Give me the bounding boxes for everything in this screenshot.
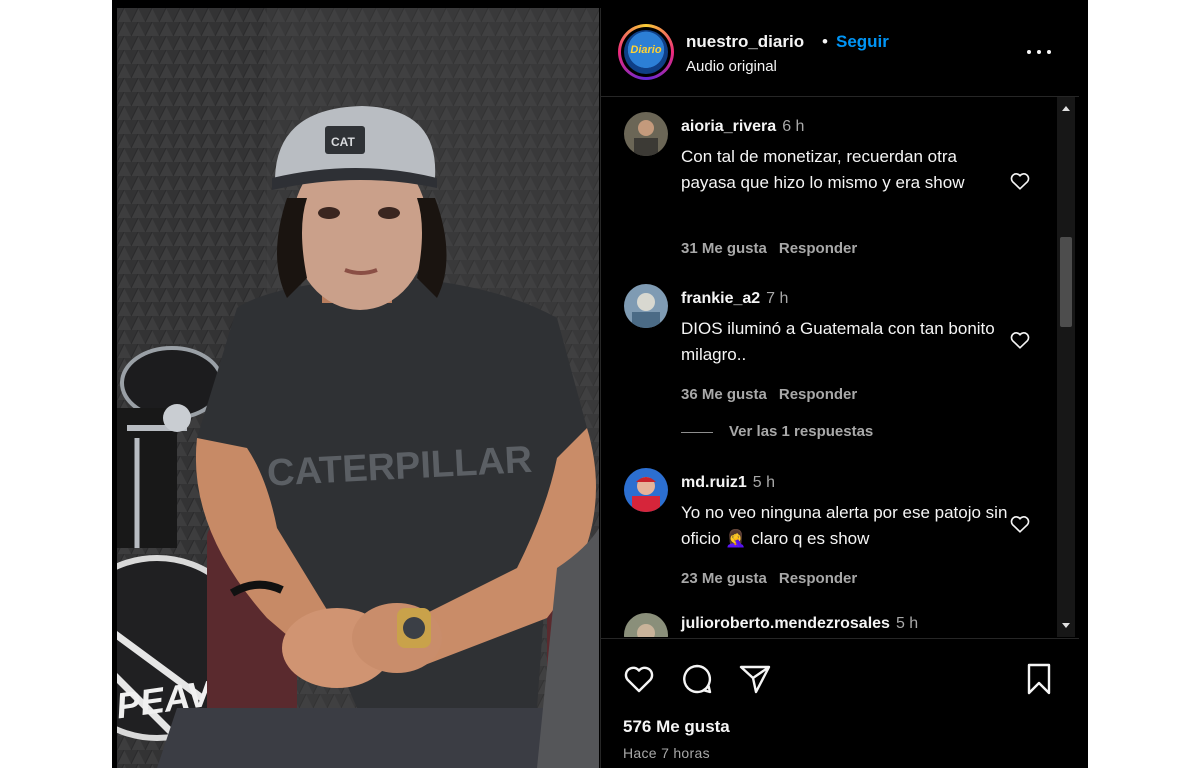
comment-avatar[interactable] bbox=[624, 468, 668, 512]
comment-time[interactable]: 5 h bbox=[753, 474, 775, 491]
comments-list[interactable]: aioria_rivera 6 h Con tal de monetizar, r… bbox=[601, 97, 1055, 637]
heart-icon[interactable] bbox=[1009, 329, 1031, 351]
comment-likes[interactable]: 23 Me gusta bbox=[681, 570, 767, 587]
audio-label[interactable]: Audio original bbox=[686, 58, 777, 75]
header-separator: • bbox=[822, 32, 828, 51]
comment-time[interactable]: 7 h bbox=[766, 290, 788, 307]
comment-text: Con tal de monetizar, recuerdan otra pay… bbox=[681, 147, 965, 192]
view-replies-button[interactable]: Ver las 1 respuestas bbox=[681, 423, 873, 440]
comment-username[interactable]: frankie_a2 bbox=[681, 290, 760, 307]
reply-button[interactable]: Responder bbox=[779, 570, 857, 587]
cap-logo-text: CAT bbox=[331, 135, 355, 149]
likes-count[interactable]: 576 Me gusta bbox=[623, 717, 730, 737]
more-icon[interactable] bbox=[1025, 40, 1053, 64]
post-timestamp[interactable]: Hace 7 horas bbox=[623, 745, 710, 761]
comment-meta: 36 Me gusta Responder bbox=[681, 386, 857, 403]
replies-divider-line bbox=[681, 431, 713, 433]
post-actions: 576 Me gusta Hace 7 horas bbox=[601, 638, 1079, 769]
post-side-panel: Diario nuestro_diario • Seguir Audio ori… bbox=[600, 8, 1079, 768]
post-video[interactable]: PEAVEY CATERPILLAR CAT bbox=[117, 8, 599, 768]
comment-username[interactable]: julioroberto.mendezrosales bbox=[681, 615, 890, 632]
comment-avatar[interactable] bbox=[624, 613, 668, 637]
scroll-up-arrow-icon[interactable] bbox=[1057, 101, 1075, 115]
scrollbar-thumb[interactable] bbox=[1060, 237, 1072, 327]
scroll-down-arrow-icon[interactable] bbox=[1057, 619, 1075, 633]
heart-icon[interactable] bbox=[1009, 513, 1031, 535]
comment-time[interactable]: 6 h bbox=[782, 118, 804, 135]
comment-likes[interactable]: 31 Me gusta bbox=[681, 240, 767, 257]
follow-button[interactable]: Seguir bbox=[836, 32, 889, 52]
comments-scrollbar[interactable] bbox=[1057, 97, 1075, 637]
heart-icon[interactable] bbox=[621, 661, 657, 697]
reply-button[interactable]: Responder bbox=[779, 386, 857, 403]
comment-meta: 23 Me gusta Responder bbox=[681, 570, 857, 587]
comment-icon[interactable] bbox=[679, 661, 715, 697]
view-replies-label: Ver las 1 respuestas bbox=[729, 423, 874, 440]
comment-text: Yo no veo ninguna alerta por ese patojo … bbox=[681, 503, 1008, 548]
post-header: Diario nuestro_diario • Seguir Audio ori… bbox=[601, 8, 1079, 97]
avatar-logo-text: Diario bbox=[630, 44, 662, 56]
comment-meta: 31 Me gusta Responder bbox=[681, 240, 857, 257]
comment-time[interactable]: 5 h bbox=[896, 615, 918, 632]
comment-avatar[interactable] bbox=[624, 112, 668, 156]
comment-username[interactable]: aioria_rivera bbox=[681, 118, 776, 135]
comment-avatar[interactable] bbox=[624, 284, 668, 328]
comment-username[interactable]: md.ruiz1 bbox=[681, 474, 747, 491]
owner-username[interactable]: nuestro_diario bbox=[686, 32, 804, 52]
owner-avatar[interactable]: Diario bbox=[618, 24, 674, 80]
send-icon[interactable] bbox=[737, 661, 773, 697]
comment-text: DIOS iluminó a Guatemala con tan bonito … bbox=[681, 319, 995, 364]
comment-likes[interactable]: 36 Me gusta bbox=[681, 386, 767, 403]
bookmark-icon[interactable] bbox=[1021, 661, 1057, 697]
video-frame-illustration: PEAVEY CATERPILLAR CAT bbox=[117, 8, 599, 768]
reply-button[interactable]: Responder bbox=[779, 240, 857, 257]
heart-icon[interactable] bbox=[1009, 170, 1031, 192]
owner-avatar-logo: Diario bbox=[624, 30, 668, 74]
